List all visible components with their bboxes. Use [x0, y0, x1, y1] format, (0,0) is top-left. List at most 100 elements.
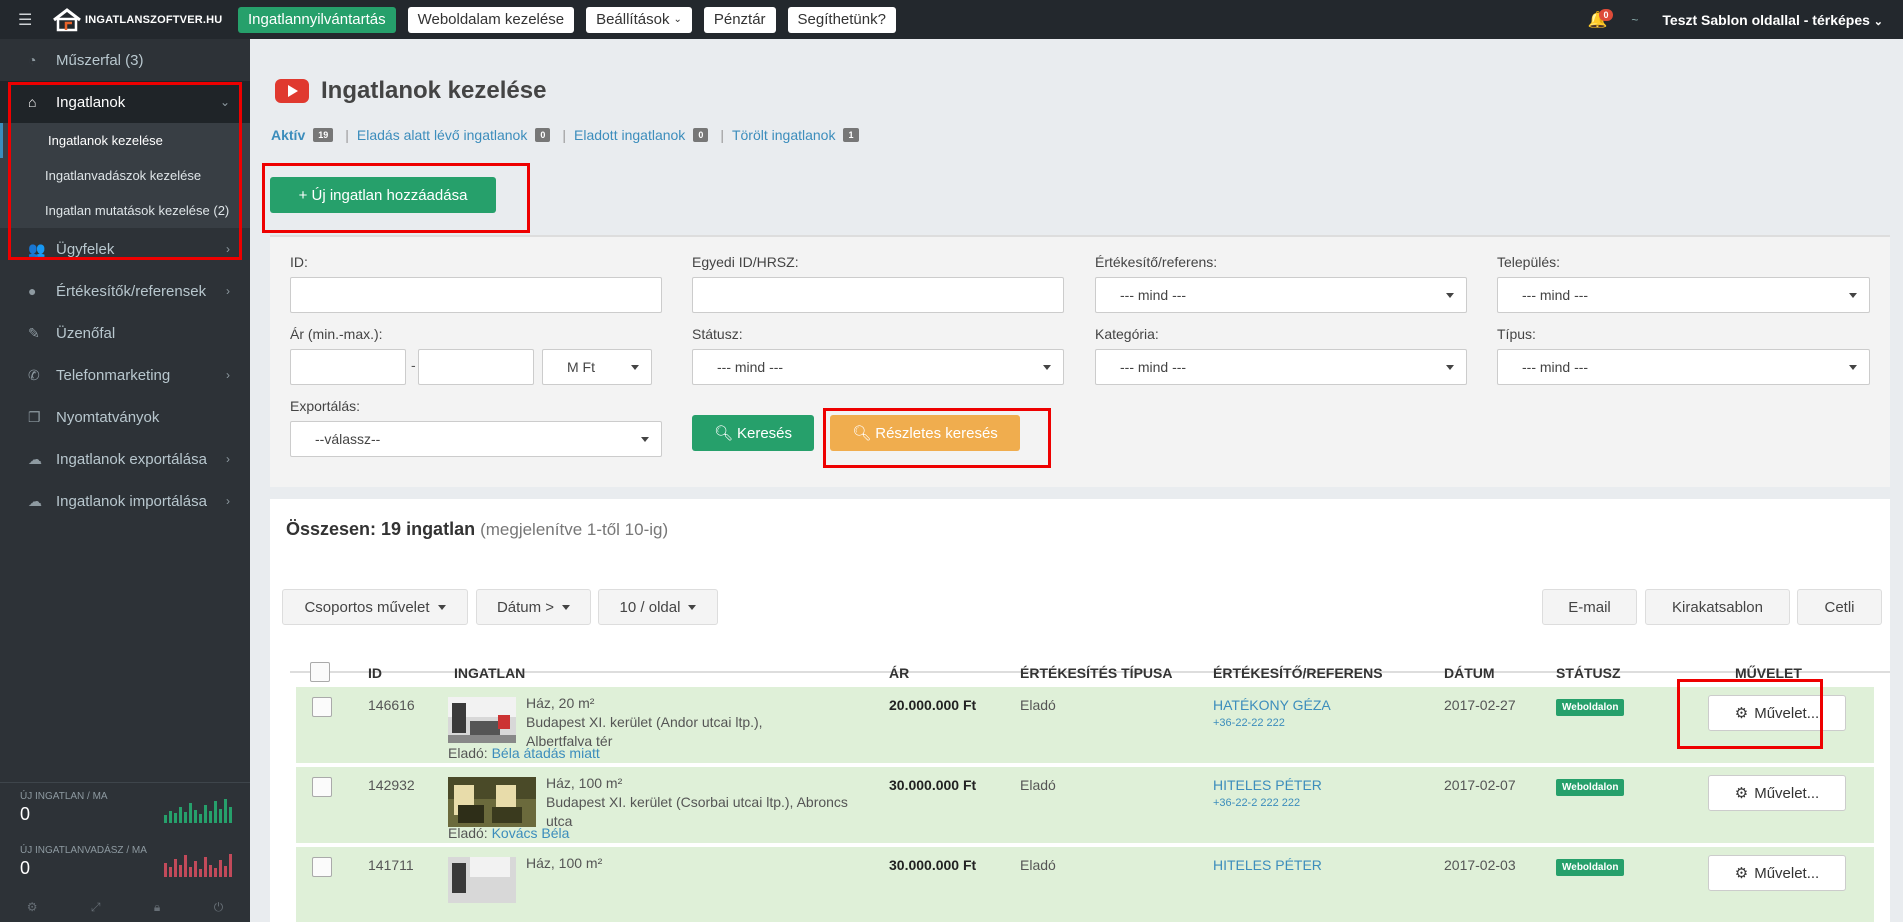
- nav-ingatlannyilvantartas[interactable]: Ingatlannyilvántartás: [238, 6, 396, 33]
- property-thumbnail[interactable]: [448, 777, 536, 827]
- tab-torolt[interactable]: Törölt ingatlanok 1: [732, 127, 859, 143]
- ertekesito-select[interactable]: --- mind ---: [1095, 277, 1467, 313]
- sidebar-footer: ⚙ ⤢ 🔒︎ ⏻: [0, 900, 250, 922]
- highlight-detailed-search: [823, 408, 1051, 468]
- tab-aktiv[interactable]: Aktív 19: [271, 127, 334, 143]
- nav-beallitasok[interactable]: Beállítások ⌄: [586, 6, 692, 33]
- video-play-icon[interactable]: [275, 79, 309, 103]
- sort-dropdown[interactable]: Dátum >: [476, 589, 591, 625]
- lock-icon[interactable]: 🔒︎: [154, 900, 160, 922]
- action-button[interactable]: ⚙ Művelet...: [1708, 855, 1846, 891]
- action-button[interactable]: ⚙ Művelet...: [1708, 775, 1846, 811]
- currency-select[interactable]: M Ft: [542, 349, 652, 385]
- stat-new-property: ÚJ INGATLAN / MA 0: [0, 783, 250, 837]
- kategoria-select[interactable]: --- mind ---: [1095, 349, 1467, 385]
- agent-link[interactable]: HITELES PÉTER: [1213, 777, 1322, 793]
- column-header-ertekesites-tipusa[interactable]: ÉRTÉKESÍTÉS TÍPUSA: [1020, 665, 1172, 681]
- group-action-dropdown[interactable]: Csoportos művelet: [282, 589, 468, 625]
- seller-link[interactable]: Béla átadás miatt: [492, 745, 600, 761]
- caret-down-icon: [1849, 365, 1857, 370]
- logo[interactable]: INGATLANSZOFTVER.HU: [52, 7, 232, 32]
- id-label: ID:: [290, 254, 308, 270]
- property-location[interactable]: Budapest XI. kerület (Csorbai utcai ltp.…: [546, 793, 848, 831]
- tipus-select[interactable]: --- mind ---: [1497, 349, 1870, 385]
- sidebar-item-label: Ingatlanok importálása: [56, 492, 207, 510]
- property-type: Ház, 20 m²: [526, 695, 595, 711]
- agent-phone[interactable]: +36-22-22 222: [1213, 717, 1285, 729]
- select-value: --- mind ---: [1120, 287, 1187, 303]
- email-button[interactable]: E-mail: [1542, 589, 1637, 625]
- gear-icon[interactable]: ⚙: [27, 900, 38, 922]
- seller-line: Eladó: Béla átadás miatt: [448, 745, 600, 761]
- agent-phone[interactable]: +36-22-2 222 222: [1213, 797, 1300, 809]
- sidebar-item-label: Nyomtatványok: [56, 408, 160, 426]
- summary-total: Összesen: 19 ingatlan: [286, 519, 476, 539]
- nav-segithetunk[interactable]: Segíthetünk?: [787, 6, 896, 33]
- notification-count: 0: [1599, 8, 1613, 21]
- kirakatsablon-button[interactable]: Kirakatsablon: [1645, 589, 1790, 625]
- nav-weboldalam-kezelese[interactable]: Weboldalam kezelése: [407, 6, 575, 33]
- fullscreen-icon[interactable]: ⤢: [91, 900, 101, 922]
- agent-link[interactable]: HITELES PÉTER: [1213, 857, 1322, 873]
- column-header-ertekesito[interactable]: ÉRTÉKESÍTŐ/REFERENS: [1213, 665, 1383, 681]
- nav-penztar[interactable]: Pénztár: [703, 6, 776, 33]
- column-header-datum[interactable]: DÁTUM: [1444, 665, 1495, 681]
- row-checkbox[interactable]: [312, 777, 332, 797]
- user-menu[interactable]: Teszt Sablon oldallal - térképes ⌄: [1662, 12, 1883, 28]
- id-input[interactable]: [290, 277, 662, 313]
- sidebar-item-ertekesitok[interactable]: ● Értékesítők/referensek ›: [0, 270, 250, 312]
- highlight-add-button: [262, 163, 530, 233]
- row-checkbox[interactable]: [312, 857, 332, 877]
- sidebar-item-muszerfal[interactable]: ◔ Műszerfal (3): [0, 39, 250, 81]
- notification-bell[interactable]: 🔔 0: [1587, 8, 1613, 30]
- column-header-id[interactable]: ID: [368, 665, 382, 681]
- sidebar-item-uzenofal[interactable]: ✎ Üzenőfal: [0, 312, 250, 354]
- price-max-input[interactable]: [418, 349, 534, 385]
- chevron-right-icon: ›: [226, 494, 230, 508]
- caret-down-icon: [1849, 293, 1857, 298]
- sidebar-item-export[interactable]: ☁ Ingatlanok exportálása ›: [0, 438, 250, 480]
- cogs-icon: ⚙: [1734, 785, 1749, 802]
- export-label: Exportálás:: [290, 398, 361, 414]
- sidebar-item-telefonmarketing[interactable]: ✆ Telefonmarketing ›: [0, 354, 250, 396]
- seller-link[interactable]: Kovács Béla: [492, 825, 570, 841]
- statusz-select[interactable]: --- mind ---: [692, 349, 1064, 385]
- column-header-ingatlan[interactable]: INGATLAN: [454, 665, 525, 681]
- agent-link[interactable]: HATÉKONY GÉZA: [1213, 697, 1331, 713]
- property-id: 146616: [368, 697, 415, 713]
- telepules-select[interactable]: --- mind ---: [1497, 277, 1870, 313]
- export-select[interactable]: --válassz--: [290, 421, 662, 457]
- dropdown-label: 10 / oldal: [619, 598, 681, 616]
- cetli-button[interactable]: Cetli: [1797, 589, 1882, 625]
- caret-down-icon: [437, 604, 446, 610]
- caret-down-icon: [631, 365, 639, 370]
- status-tabs: Aktív 19 | Eladás alatt lévő ingatlanok …: [271, 127, 859, 143]
- sidebar-item-import[interactable]: ☁ Ingatlanok importálása ›: [0, 480, 250, 522]
- select-all-checkbox[interactable]: [310, 662, 330, 682]
- search-button[interactable]: 🔍︎ Keresés: [692, 415, 814, 451]
- column-header-ar[interactable]: ÁR: [889, 665, 909, 681]
- highlight-action-button: [1677, 679, 1823, 749]
- sidebar-item-label: Értékesítők/referensek: [56, 282, 207, 300]
- chevron-down-icon: ⌄: [1873, 15, 1883, 28]
- user-icon: ●: [28, 283, 37, 299]
- sidebar-item-nyomtatvanyok[interactable]: ❐ Nyomtatványok: [0, 396, 250, 438]
- row-checkbox[interactable]: [312, 697, 332, 717]
- dropdown-label: Csoportos művelet: [304, 598, 430, 616]
- sale-type: Eladó: [1020, 777, 1056, 793]
- menu-toggle-icon[interactable]: ☰: [18, 10, 42, 30]
- column-header-statusz[interactable]: STÁTUSZ: [1556, 665, 1621, 681]
- power-icon[interactable]: ⏻: [214, 900, 224, 922]
- kategoria-label: Kategória:: [1095, 326, 1159, 342]
- tab-eladott[interactable]: Eladott ingatlanok 0: [574, 127, 709, 143]
- property-thumbnail[interactable]: [448, 857, 516, 903]
- tab-eladas-alatt[interactable]: Eladás alatt lévő ingatlanok 0: [357, 127, 551, 143]
- property-list-panel: Összesen: 19 ingatlan (megjelenítve 1-tő…: [270, 499, 1890, 922]
- egyedi-id-label: Egyedi ID/HRSZ:: [692, 254, 799, 270]
- sidebar-item-label: Ingatlanok exportálása: [56, 450, 207, 468]
- property-price: 30.000.000 Ft: [889, 777, 977, 793]
- per-page-dropdown[interactable]: 10 / oldal: [598, 589, 718, 625]
- price-min-input[interactable]: [290, 349, 406, 385]
- egyedi-id-input[interactable]: [692, 277, 1064, 313]
- property-thumbnail[interactable]: [448, 697, 516, 743]
